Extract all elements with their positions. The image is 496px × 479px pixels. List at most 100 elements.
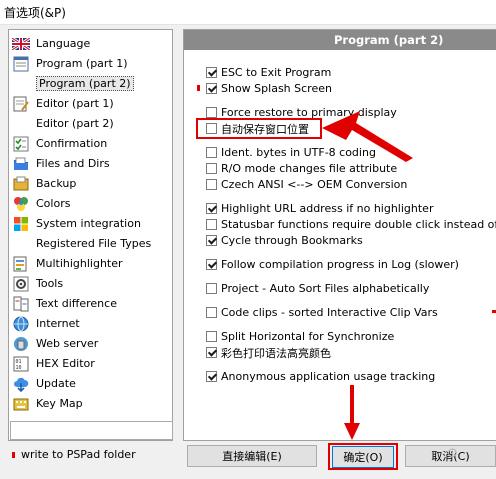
sidebar-item-label: Program (part 2) bbox=[36, 76, 134, 91]
option-code-clips-sorted[interactable]: Code clips - sorted Interactive Clip Var… bbox=[206, 305, 438, 320]
checkbox[interactable] bbox=[206, 331, 217, 342]
sidebar-item-label: Colors bbox=[36, 197, 71, 210]
option-czech-ansi[interactable]: Czech ANSI <--> OEM Conversion bbox=[206, 177, 407, 192]
option-statusbar-double-click[interactable]: Statusbar functions require double click… bbox=[206, 217, 496, 232]
globe-icon bbox=[12, 315, 30, 333]
option-label: Statusbar functions require double click… bbox=[221, 218, 496, 231]
checkbox[interactable] bbox=[206, 67, 217, 78]
option-color-print-syntax[interactable]: 彩色打印语法高亮颜色 bbox=[206, 345, 331, 360]
checkbox[interactable] bbox=[206, 179, 217, 190]
sidebar-item-web-server[interactable]: Web server bbox=[12, 334, 168, 353]
option-label: Anonymous application usage tracking bbox=[221, 370, 436, 383]
blank-icon bbox=[12, 75, 30, 93]
settings-category-list[interactable]: Language Program (part 1) Program (part … bbox=[8, 29, 173, 441]
sidebar-item-label: Internet bbox=[36, 317, 80, 330]
program-part2-panel: Program (part 2) ESC to Exit Program Sho… bbox=[183, 29, 496, 441]
option-label: R/O mode changes file attribute bbox=[221, 162, 398, 175]
svg-text:10: 10 bbox=[16, 365, 22, 371]
write-to-folder-option[interactable]: write to PSPad folder bbox=[12, 448, 136, 461]
windows-logo-icon bbox=[12, 215, 30, 233]
sidebar-item-label: HEX Editor bbox=[36, 357, 95, 370]
option-anonymous-tracking[interactable]: Anonymous application usage tracking bbox=[206, 369, 435, 384]
sidebar-item-colors[interactable]: Colors bbox=[12, 194, 168, 213]
direct-edit-button[interactable]: 直接编辑(E) bbox=[187, 445, 317, 467]
sidebar-filter-input[interactable] bbox=[10, 421, 173, 440]
option-follow-compilation[interactable]: Follow compilation progress in Log (slow… bbox=[206, 257, 459, 272]
backup-icon bbox=[12, 175, 30, 193]
sidebar-item-program-part1[interactable]: Program (part 1) bbox=[12, 54, 168, 73]
option-label: Show Splash Screen bbox=[221, 82, 332, 95]
option-label: Highlight URL address if no highlighter bbox=[221, 202, 434, 215]
option-project-auto-sort[interactable]: Project - Auto Sort Files alphabetically bbox=[206, 281, 429, 296]
checkbox[interactable] bbox=[206, 371, 217, 382]
sidebar-item-backup[interactable]: Backup bbox=[12, 174, 168, 193]
sidebar-item-label: Update bbox=[36, 377, 76, 390]
sidebar-item-label: Registered File Types bbox=[36, 237, 152, 250]
option-split-horizontal[interactable]: Split Horizontal for Synchronize bbox=[206, 329, 394, 344]
sidebar-item-label: Web server bbox=[36, 337, 99, 350]
checkbox[interactable] bbox=[206, 259, 217, 270]
window-titlebar: 首选项(&P) bbox=[0, 0, 496, 25]
option-ro-mode[interactable]: R/O mode changes file attribute bbox=[206, 161, 397, 176]
sidebar-item-language[interactable]: Language bbox=[12, 34, 168, 53]
write-to-folder-label: write to PSPad folder bbox=[21, 448, 136, 461]
sidebar-item-label: Confirmation bbox=[36, 137, 108, 150]
sidebar-item-hex-editor[interactable]: 01 10 HEX Editor bbox=[12, 354, 168, 373]
red-bullet-marker bbox=[197, 85, 200, 91]
sidebar-item-multihighlighter[interactable]: Multihighlighter bbox=[12, 254, 168, 273]
sidebar-item-system-integration[interactable]: System integration bbox=[12, 214, 168, 233]
sidebar-item-key-map[interactable]: Key Map bbox=[12, 394, 168, 413]
checkbox[interactable] bbox=[206, 107, 217, 118]
option-esc-exit[interactable]: ESC to Exit Program bbox=[206, 65, 331, 80]
option-cycle-bookmarks[interactable]: Cycle through Bookmarks bbox=[206, 233, 363, 248]
palette-icon bbox=[12, 195, 30, 213]
checkbox[interactable] bbox=[206, 83, 217, 94]
sidebar-item-label: Editor (part 1) bbox=[36, 97, 114, 110]
sidebar-item-label: System integration bbox=[36, 217, 141, 230]
option-label: Project - Auto Sort Files alphabetically bbox=[221, 282, 430, 295]
option-splash-screen[interactable]: Show Splash Screen bbox=[206, 81, 332, 96]
blank-icon bbox=[12, 235, 30, 253]
sidebar-item-editor-part1[interactable]: Editor (part 1) bbox=[12, 94, 168, 113]
document-icon bbox=[12, 55, 30, 73]
checkbox[interactable] bbox=[206, 219, 217, 230]
sidebar-item-label: Language bbox=[36, 37, 91, 50]
checkbox[interactable] bbox=[206, 347, 217, 358]
direct-edit-label: 直接编辑(E) bbox=[222, 450, 282, 463]
sidebar-item-editor-part2[interactable]: Editor (part 2) bbox=[12, 114, 168, 133]
sidebar-item-tools[interactable]: Tools bbox=[12, 274, 168, 293]
checkbox[interactable] bbox=[206, 203, 217, 214]
panel-title: Program (part 2) bbox=[334, 33, 444, 47]
sidebar-item-update[interactable]: Update bbox=[12, 374, 168, 393]
watermark-icon: ⊙ bbox=[447, 446, 458, 461]
sidebar-item-confirmation[interactable]: Confirmation bbox=[12, 134, 168, 153]
checkbox[interactable] bbox=[206, 235, 217, 246]
edit-document-icon bbox=[12, 95, 30, 113]
annotation-ok-highlight bbox=[328, 443, 398, 470]
red-marker bbox=[12, 451, 15, 458]
sidebar-item-files-and-dirs[interactable]: Files and Dirs bbox=[12, 154, 168, 173]
sidebar-item-registered-file-types[interactable]: Registered File Types bbox=[12, 234, 168, 253]
sidebar-item-text-difference[interactable]: Text difference bbox=[12, 294, 168, 313]
checkbox[interactable] bbox=[206, 147, 217, 158]
option-label: 彩色打印语法高亮颜色 bbox=[221, 346, 331, 360]
option-label: Split Horizontal for Synchronize bbox=[221, 330, 395, 343]
web-server-icon bbox=[12, 335, 30, 353]
option-highlight-url[interactable]: Highlight URL address if no highlighter bbox=[206, 201, 433, 216]
sidebar-item-label: Program (part 1) bbox=[36, 57, 128, 70]
checkbox[interactable] bbox=[206, 163, 217, 174]
checkbox[interactable] bbox=[206, 307, 217, 318]
sidebar-item-internet[interactable]: Internet bbox=[12, 314, 168, 333]
annotation-highlight-box bbox=[196, 118, 322, 139]
sidebar-item-label: Backup bbox=[36, 177, 77, 190]
checkbox[interactable] bbox=[206, 283, 217, 294]
option-label: Ident. bytes in UTF-8 coding bbox=[221, 146, 376, 159]
option-ident-utf8[interactable]: Ident. bytes in UTF-8 coding bbox=[206, 145, 376, 160]
panel-header: Program (part 2) bbox=[184, 30, 496, 50]
option-label: Czech ANSI <--> OEM Conversion bbox=[221, 178, 408, 191]
sidebar-item-program-part2[interactable]: Program (part 2) bbox=[12, 74, 168, 93]
uk-flag-icon bbox=[12, 35, 30, 53]
cloud-download-icon bbox=[12, 375, 30, 393]
option-label: ESC to Exit Program bbox=[221, 66, 332, 79]
red-bullet-marker bbox=[492, 310, 496, 313]
